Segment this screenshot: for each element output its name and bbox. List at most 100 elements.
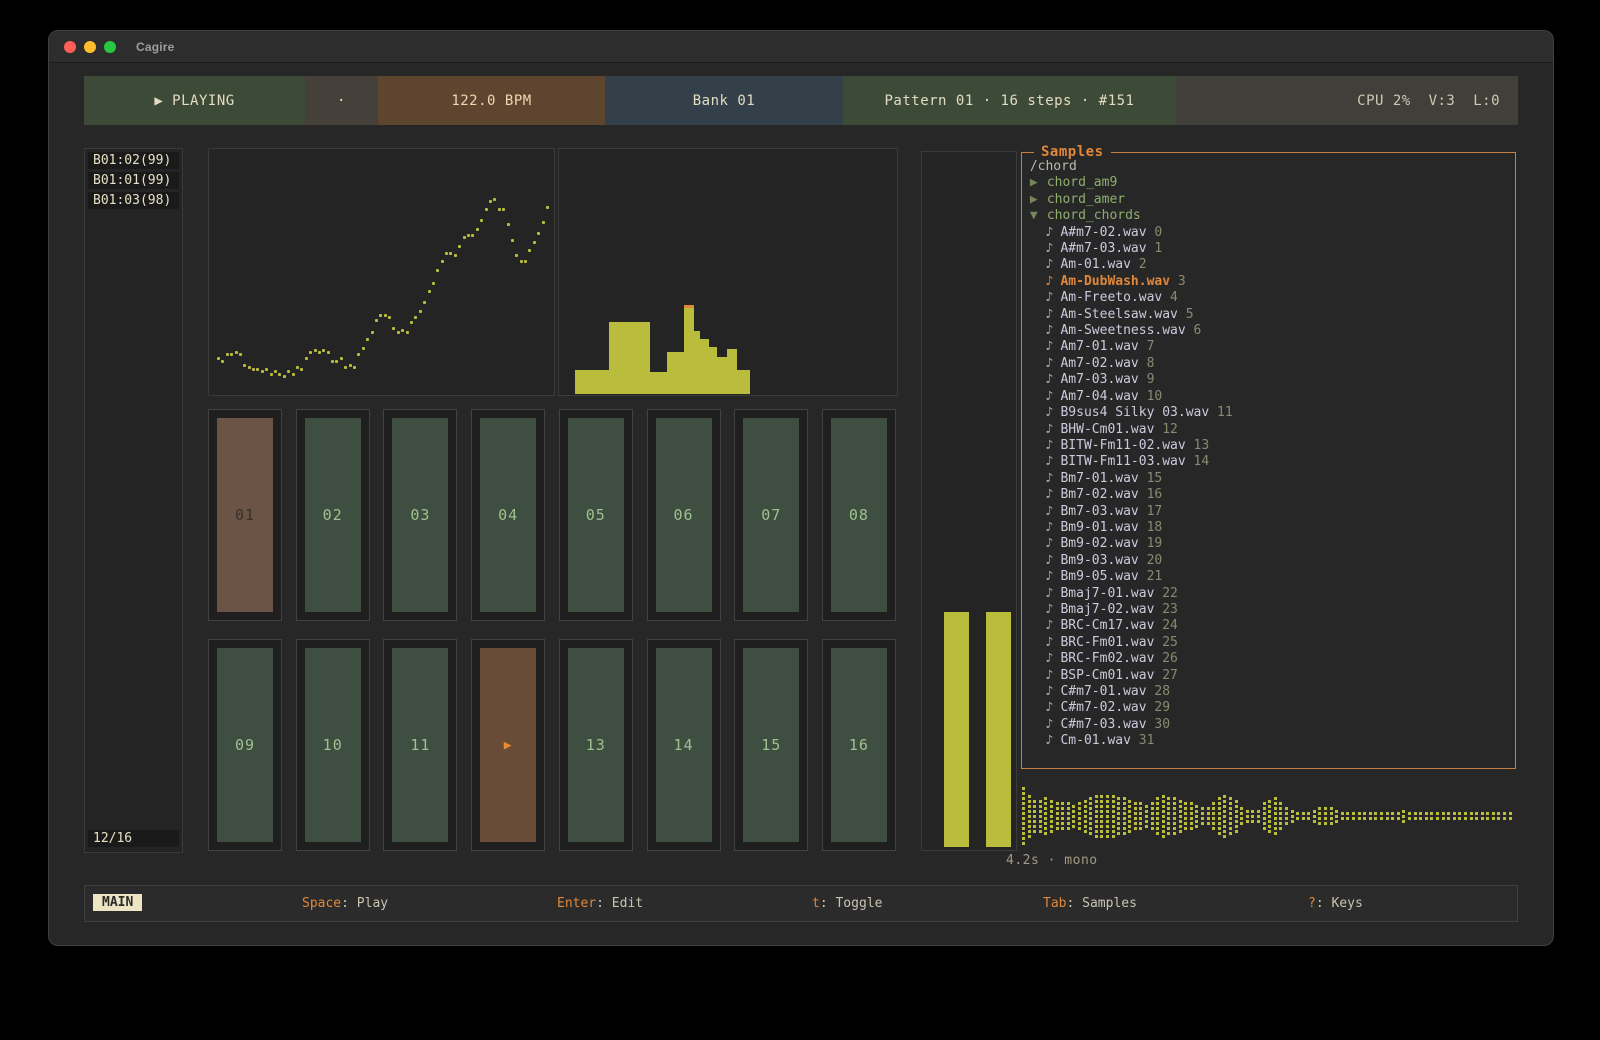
tree-file[interactable]: ♪BRC-Cm17.wav 24 [1022,618,1513,634]
tree-file[interactable]: ♪BRC-Fm02.wav 26 [1022,651,1513,667]
file-index: 8 [1139,356,1155,371]
pad-label: 01 [217,418,273,612]
pad-08[interactable]: 08 [822,409,896,621]
pad-playing-icon: ▶ [480,648,536,842]
tree-file[interactable]: ♪Bmaj7-01.wav 22 [1022,586,1513,602]
tree-file[interactable]: ♪Cm-01.wav 31 [1022,733,1513,749]
pad-01[interactable]: 01 [208,409,282,621]
tree-folder[interactable]: ▶chord_am9 [1022,175,1513,191]
scatter-dot [449,252,452,255]
music-note-icon: ♪ [1045,520,1060,536]
music-note-icon: ♪ [1045,225,1060,241]
tree-file[interactable]: ♪Am-Steelsaw.wav 5 [1022,307,1513,323]
pad-02[interactable]: 02 [296,409,370,621]
samples-panel-title: Samples [1034,144,1111,160]
pad-06[interactable]: 06 [647,409,721,621]
waveform-column [1414,812,1417,820]
tree-file[interactable]: ♪Bm7-03.wav 17 [1022,504,1513,520]
pad-12[interactable]: ▶ [471,639,545,851]
pad-07[interactable]: 07 [734,409,808,621]
scatter-dot [283,375,286,378]
hint-edit: Enter: Edit [557,896,643,911]
file-index: 15 [1139,471,1162,486]
zoom-window-button[interactable] [104,41,116,53]
chevron-right-icon: ▶ [1030,175,1047,191]
scatter-dot [542,221,545,224]
music-note-icon: ♪ [1045,684,1060,700]
waveform-column [1056,802,1059,830]
file-index: 29 [1147,700,1170,715]
tree-file[interactable]: ♪Am7-02.wav 8 [1022,356,1513,372]
close-window-button[interactable] [64,41,76,53]
tree-folder[interactable]: ▼chord_chords [1022,208,1513,224]
tree-file[interactable]: ♪B9sus4 Silky 03.wav 11 [1022,405,1513,421]
tree-file[interactable]: ♪Am7-04.wav 10 [1022,389,1513,405]
tree-file[interactable]: ♪BITW-Fm11-03.wav 14 [1022,454,1513,470]
waveform-column [1442,812,1445,820]
waveform-column [1397,812,1400,820]
file-name: Bmaj7-02.wav [1060,602,1154,617]
tree-file[interactable]: ♪Bm9-05.wav 21 [1022,569,1513,585]
pad-16[interactable]: 16 [822,639,896,851]
tree-file[interactable]: ♪BITW-Fm11-02.wav 13 [1022,438,1513,454]
pad-09[interactable]: 09 [208,639,282,851]
pad-14[interactable]: 14 [647,639,721,851]
scatter-dot [265,368,268,371]
tree-file[interactable]: ♪Am-01.wav 2 [1022,257,1513,273]
file-name: A#m7-03.wav [1060,241,1146,256]
pad-05[interactable]: 05 [559,409,633,621]
scatter-dot [485,208,488,211]
tree-file[interactable]: ♪Am7-01.wav 7 [1022,339,1513,355]
tree-file[interactable]: ♪BHW-Cm01.wav 12 [1022,422,1513,438]
scatter-dot [261,370,264,373]
file-name: BSP-Cm01.wav [1060,668,1154,683]
tree-file[interactable]: ♪Bmaj7-02.wav 23 [1022,602,1513,618]
tree-file[interactable]: ♪Am7-03.wav 9 [1022,372,1513,388]
tree-file[interactable]: ♪Am-Freeto.wav 4 [1022,290,1513,306]
tree-file[interactable]: ♪BSP-Cm01.wav 27 [1022,668,1513,684]
pad-11[interactable]: 11 [383,639,457,851]
file-name: BRC-Fm01.wav [1060,635,1154,650]
waveform-column [1430,812,1433,820]
file-index: 22 [1154,586,1177,601]
pad-grid-row-2: 091011▶13141516 [208,639,896,853]
file-name: Bm7-03.wav [1060,504,1138,519]
tree-file[interactable]: ♪Am-Sweetness.wav 6 [1022,323,1513,339]
tree-file[interactable]: ♪A#m7-02.wav 0 [1022,225,1513,241]
file-index: 30 [1147,717,1170,732]
pad-13[interactable]: 13 [559,639,633,851]
waveform-column [1307,812,1310,820]
tree-file[interactable]: ♪C#m7-01.wav 28 [1022,684,1513,700]
minimize-window-button[interactable] [84,41,96,53]
tree-file[interactable]: ♪Bm9-03.wav 20 [1022,553,1513,569]
tree-file[interactable]: ♪Bm7-01.wav 15 [1022,471,1513,487]
mode-badge: MAIN [93,894,142,911]
file-index: 21 [1139,569,1162,584]
tree-file[interactable]: ♪C#m7-02.wav 29 [1022,700,1513,716]
pad-10[interactable]: 10 [296,639,370,851]
scatter-dot [515,254,518,257]
pad-03[interactable]: 03 [383,409,457,621]
tree-file[interactable]: ♪Am-DubWash.wav 3 [1022,274,1513,290]
waveform-column [1475,812,1478,820]
tree-file[interactable]: ♪Bm9-02.wav 19 [1022,536,1513,552]
tree-file[interactable]: ♪BRC-Fm01.wav 25 [1022,635,1513,651]
waveform-column [1374,812,1377,820]
tree-file[interactable]: ♪C#m7-03.wav 30 [1022,717,1513,733]
scatter-dot [432,282,435,285]
file-name: BRC-Cm17.wav [1060,618,1154,633]
scatter-dot [243,364,246,367]
tree-file[interactable]: ♪Bm7-02.wav 16 [1022,487,1513,503]
vu-meter-panel [921,151,1017,851]
waveform-column [1330,807,1333,825]
file-index: 4 [1162,290,1178,305]
pad-15[interactable]: 15 [734,639,808,851]
tree-file[interactable]: ♪A#m7-03.wav 1 [1022,241,1513,257]
waveform-column [1173,797,1176,835]
pad-04[interactable]: 04 [471,409,545,621]
scatter-dot [379,314,382,317]
tree-file[interactable]: ♪Bm9-01.wav 18 [1022,520,1513,536]
bottom-status-bar: MAIN Space: PlayEnter: Editt: ToggleTab:… [84,885,1518,922]
tree-folder[interactable]: ▶chord_amer [1022,192,1513,208]
scatter-dot [423,301,426,304]
